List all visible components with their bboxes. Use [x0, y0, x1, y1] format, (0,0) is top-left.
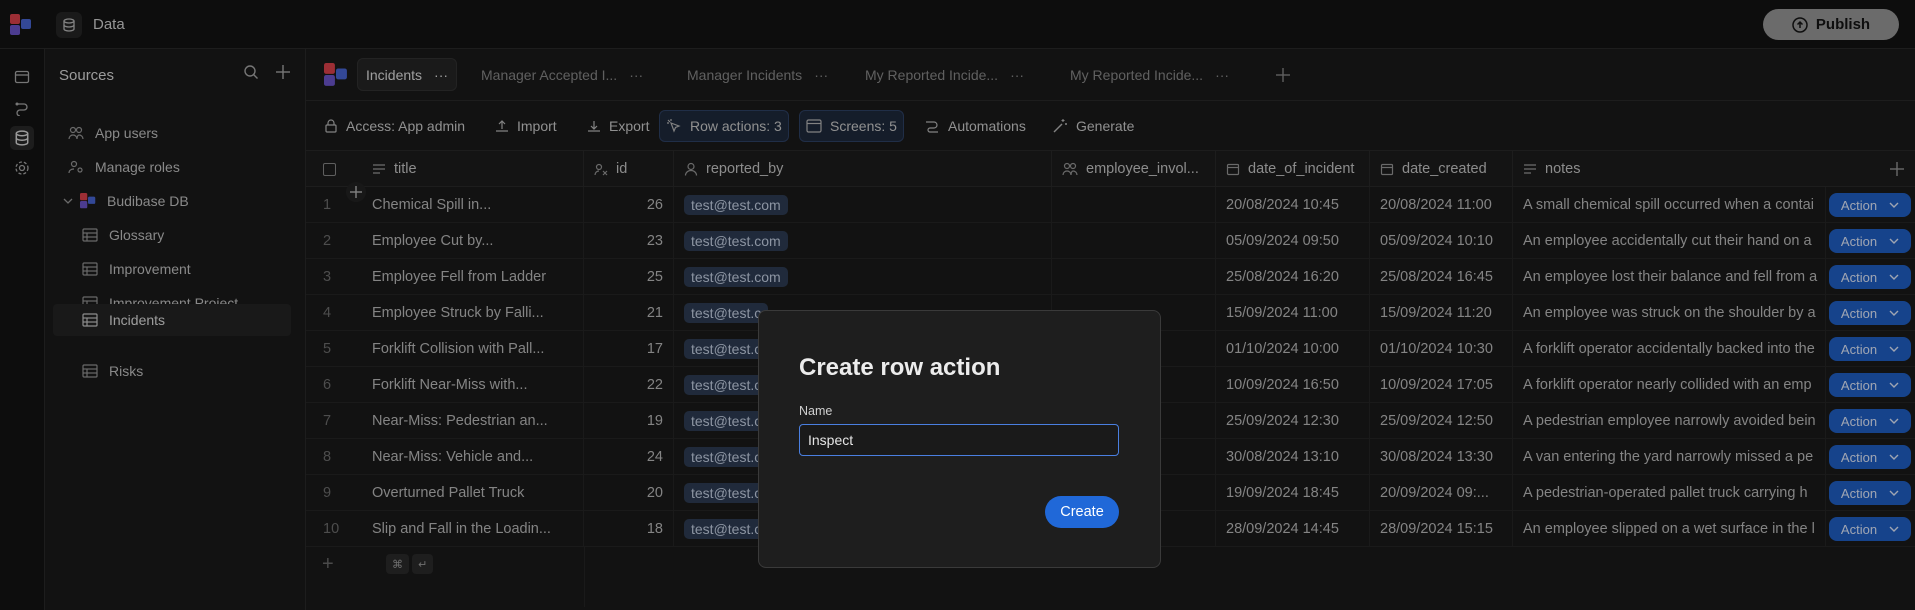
- name-label: Name: [799, 404, 833, 418]
- create-button[interactable]: Create: [1045, 496, 1119, 528]
- create-row-action-modal: Create row action Name Create: [758, 310, 1161, 568]
- name-input[interactable]: [799, 424, 1119, 456]
- modal-title: Create row action: [799, 354, 1001, 381]
